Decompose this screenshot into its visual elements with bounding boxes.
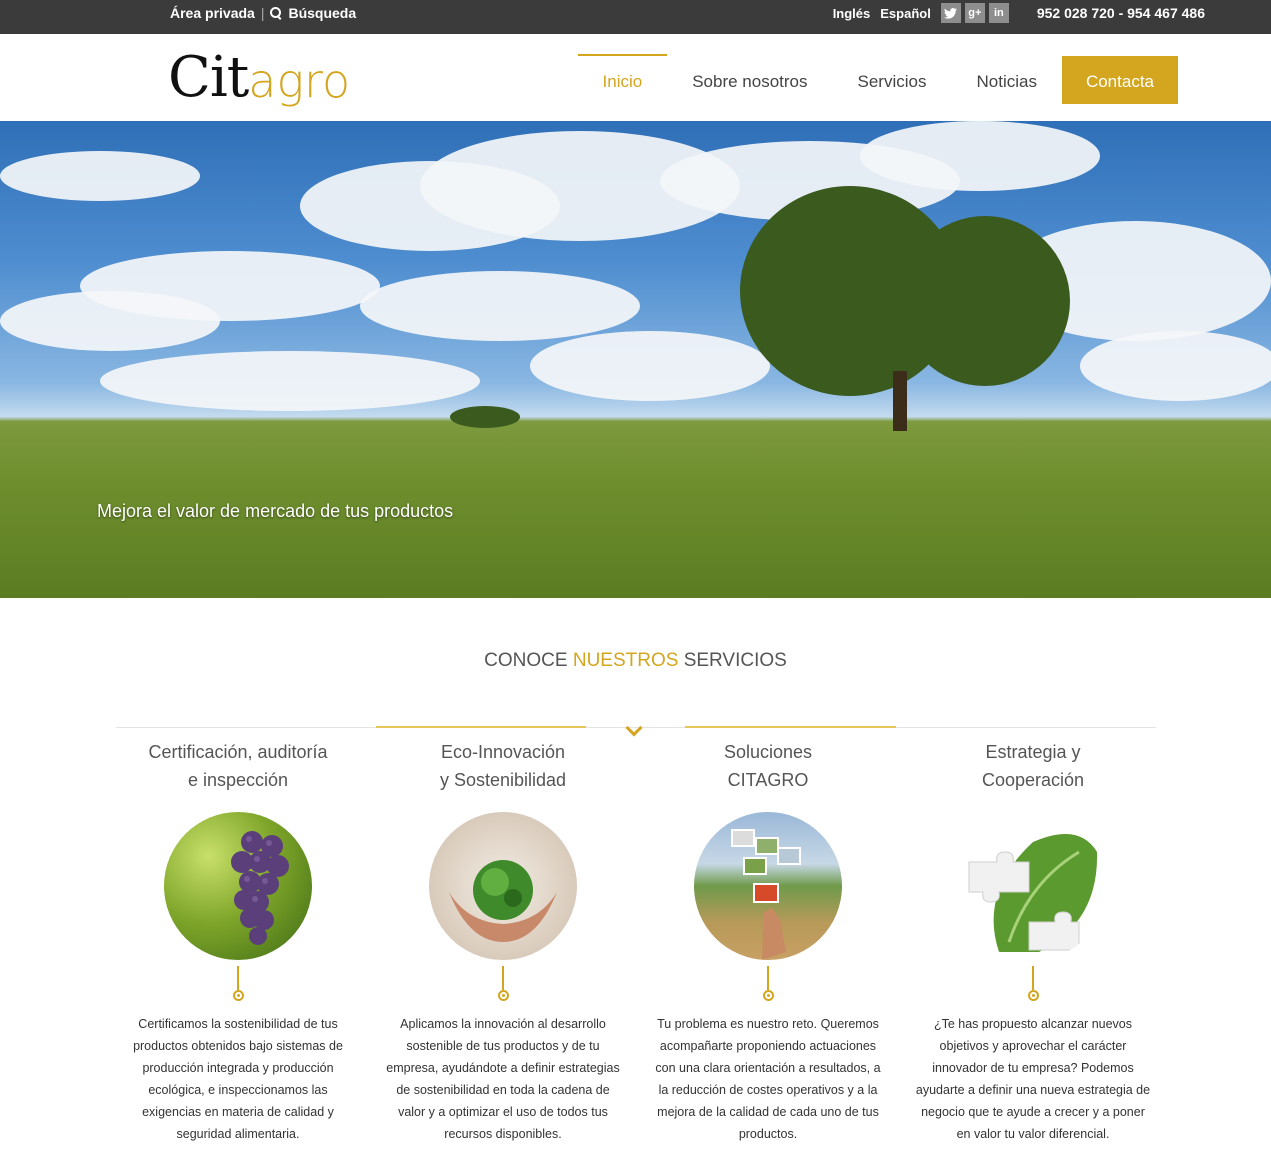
linkedin-icon[interactable]: in [988,3,1009,23]
tree-trunk [893,371,907,431]
logo-text-cit: Cit [168,45,249,110]
service-description: Aplicamos la innovación al desarrollo so… [386,1017,620,1141]
private-area-link[interactable]: Área privada [170,5,255,21]
service-card-soluciones: Soluciones CITAGRO Tu problema es nuestro… [643,738,893,1145]
connector-line [767,966,769,990]
service-title-line: e inspección [187,770,289,790]
connector-line [502,966,504,990]
service-title[interactable]: Estrategia y Cooperación [908,738,1158,798]
service-title[interactable]: Eco-Innovación y Sostenibilidad [378,738,628,798]
google-plus-icon[interactable]: g+ [964,3,985,23]
service-title-line: Cooperación [981,770,1085,790]
contact-button[interactable]: Contacta [1061,56,1178,104]
hero-caption: Mejora el valor de mercado de tus produc… [97,501,454,521]
connector-dot-icon [497,990,509,1001]
divider-accent [685,726,896,728]
hero-cloud [100,351,480,411]
search-icon[interactable] [270,7,282,19]
service-title-line: Estrategia y [985,742,1081,762]
nav-item-sobre-nosotros[interactable]: Sobre nosotros [667,54,832,104]
hero-cloud [530,331,770,401]
services-title: CONOCE NUESTROS SERVICIOS [0,650,1271,672]
lang-spanish-link[interactable]: Español [880,6,931,21]
grapes-image[interactable] [164,812,312,960]
lang-english-link[interactable]: Inglés [833,6,871,21]
search-link[interactable]: Búsqueda [288,5,356,21]
connector-line [237,966,239,990]
separator: | [260,5,265,21]
globe-in-hands-image[interactable] [429,812,577,960]
nav-item-inicio[interactable]: Inicio [577,54,668,104]
logo[interactable]: Cit agro [168,34,350,121]
nav-item-noticias[interactable]: Noticias [951,54,1061,104]
hero-cloud [0,151,200,201]
logo-text-agro: agro [248,53,351,108]
connector-dot-icon [1027,990,1039,1001]
landscape-touch-image[interactable] [694,812,842,960]
service-title-line: y Sostenibilidad [439,770,567,790]
main-nav: Inicio Sobre nosotros Servicios Noticias… [577,54,1178,104]
connector-dot-icon [762,990,774,1001]
services-title-pre: CONOCE [484,650,573,671]
site-header: Cit agro Inicio Sobre nosotros Servicios… [0,34,1271,121]
service-title[interactable]: Soluciones CITAGRO [643,738,893,798]
top-bar-right: Inglés Español g+ in 952 028 720 - 954 4… [833,2,1205,24]
chevron-down-icon [625,719,643,737]
service-title-line: CITAGRO [727,770,809,790]
distant-bush [450,406,520,428]
service-title-line: Certificación, auditoría [148,742,328,762]
hero-cloud [1080,331,1271,401]
top-bar-left: Área privada | Búsqueda [170,5,356,21]
hero-cloud [860,121,1100,191]
top-bar: Área privada | Búsqueda Inglés Español g… [0,0,1271,34]
service-card-certificacion: Certificación, auditoría e inspección Cer… [113,738,363,1145]
service-description: Certificamos la sostenibilidad de tus pr… [133,1017,343,1141]
services-title-post: SERVICIOS [678,650,787,671]
nav-item-servicios[interactable]: Servicios [833,54,952,104]
service-title-line: Eco-Innovación [440,742,566,762]
tree-canopy [900,216,1070,386]
service-description: Tu problema es nuestro reto. Queremos ac… [655,1017,881,1141]
hero-banner: Mejora el valor de mercado de tus produc… [0,121,1271,598]
social-links: g+ in [940,3,1009,23]
service-card-estrategia: Estrategia y Cooperación ¿Te has propuest… [908,738,1158,1145]
connector-line [1032,966,1034,990]
service-card-eco-innovacion: Eco-Innovación y Sostenibilidad Aplicamos… [378,738,628,1145]
puzzle-leaf-image[interactable] [959,812,1107,960]
divider-accent [376,726,586,728]
service-title-line: Soluciones [723,742,813,762]
hero-cloud [0,291,220,351]
service-title[interactable]: Certificación, auditoría e inspección [113,738,363,798]
twitter-icon[interactable] [940,3,961,23]
service-description: ¿Te has propuesto alcanzar nuevos objeti… [915,1017,1151,1141]
hero-cloud [360,271,640,341]
phone-number: 952 028 720 - 954 467 486 [1036,5,1205,21]
connector-dot-icon [232,990,244,1001]
services-title-accent: NUESTROS [572,650,679,671]
